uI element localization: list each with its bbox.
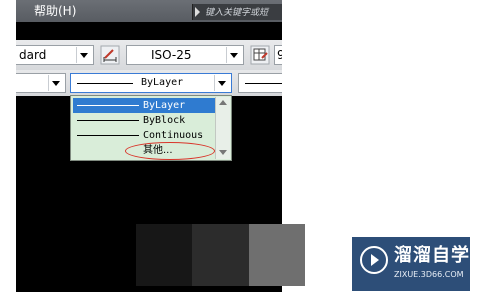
chevron-down-icon[interactable] <box>214 75 229 91</box>
chevron-down-icon[interactable] <box>48 75 63 91</box>
search-box[interactable]: 键入关键字或短 <box>192 4 282 20</box>
text-style-value: dard <box>19 48 47 62</box>
search-expand-icon[interactable] <box>195 7 200 17</box>
dimension-style-combo[interactable]: ISO-25 <box>126 45 244 65</box>
gray-swatch-light <box>249 224 305 286</box>
linetype-option-continuous[interactable]: Continuous <box>73 128 215 143</box>
linetype-option-label: Continuous <box>143 130 204 141</box>
logo-name: 溜溜自学 <box>394 245 470 266</box>
logo-url: ZIXUE.3D66.COM <box>394 270 464 279</box>
menu-help[interactable]: 帮助(H) <box>34 3 76 19</box>
table-style-icon[interactable] <box>250 45 270 65</box>
linetype-option-label: ByBlock <box>143 115 186 126</box>
dropdown-scrollbar[interactable] <box>215 97 230 159</box>
linetype-sample-line <box>77 120 139 121</box>
watermark-logo: 溜溜自学 ZIXUE.3D66.COM <box>352 237 470 291</box>
linetype-option-bylayer[interactable]: ByLayer <box>73 98 215 113</box>
dimension-style-icon[interactable] <box>100 45 120 65</box>
properties-toolbar: ByLayer <box>16 70 282 96</box>
linetype-sample-line <box>77 105 139 106</box>
search-placeholder: 键入关键字或短 <box>205 8 269 18</box>
linetype-combo[interactable]: ByLayer <box>70 73 232 93</box>
linetype-option-byblock[interactable]: ByBlock <box>73 113 215 128</box>
color-combo[interactable] <box>16 73 66 93</box>
linetype-option-label: ByLayer <box>143 100 186 111</box>
chevron-down-icon[interactable] <box>76 47 91 63</box>
highlight-ellipse <box>125 142 215 160</box>
linetype-sample-line <box>77 135 139 136</box>
lineweight-combo[interactable] <box>238 73 282 93</box>
chevron-down-icon[interactable] <box>226 47 241 63</box>
scroll-down-icon[interactable] <box>219 150 227 155</box>
styles-toolbar: dard ISO-25 9 <box>16 40 282 71</box>
multileader-style-combo[interactable]: 9 <box>274 45 282 65</box>
play-icon <box>360 246 388 274</box>
linetype-preview-line <box>77 83 133 84</box>
text-style-combo[interactable]: dard <box>16 45 94 65</box>
gray-swatch-dark <box>136 224 192 286</box>
dimension-style-value: ISO-25 <box>151 48 192 62</box>
lineweight-preview-line <box>245 83 282 84</box>
gray-swatch-mid <box>192 224 249 286</box>
multileader-style-value: 9 <box>277 48 282 62</box>
linetype-value: ByLayer <box>141 77 184 88</box>
menu-bar: 帮助(H) 键入关键字或短 <box>16 0 282 22</box>
scroll-up-icon[interactable] <box>219 100 227 105</box>
